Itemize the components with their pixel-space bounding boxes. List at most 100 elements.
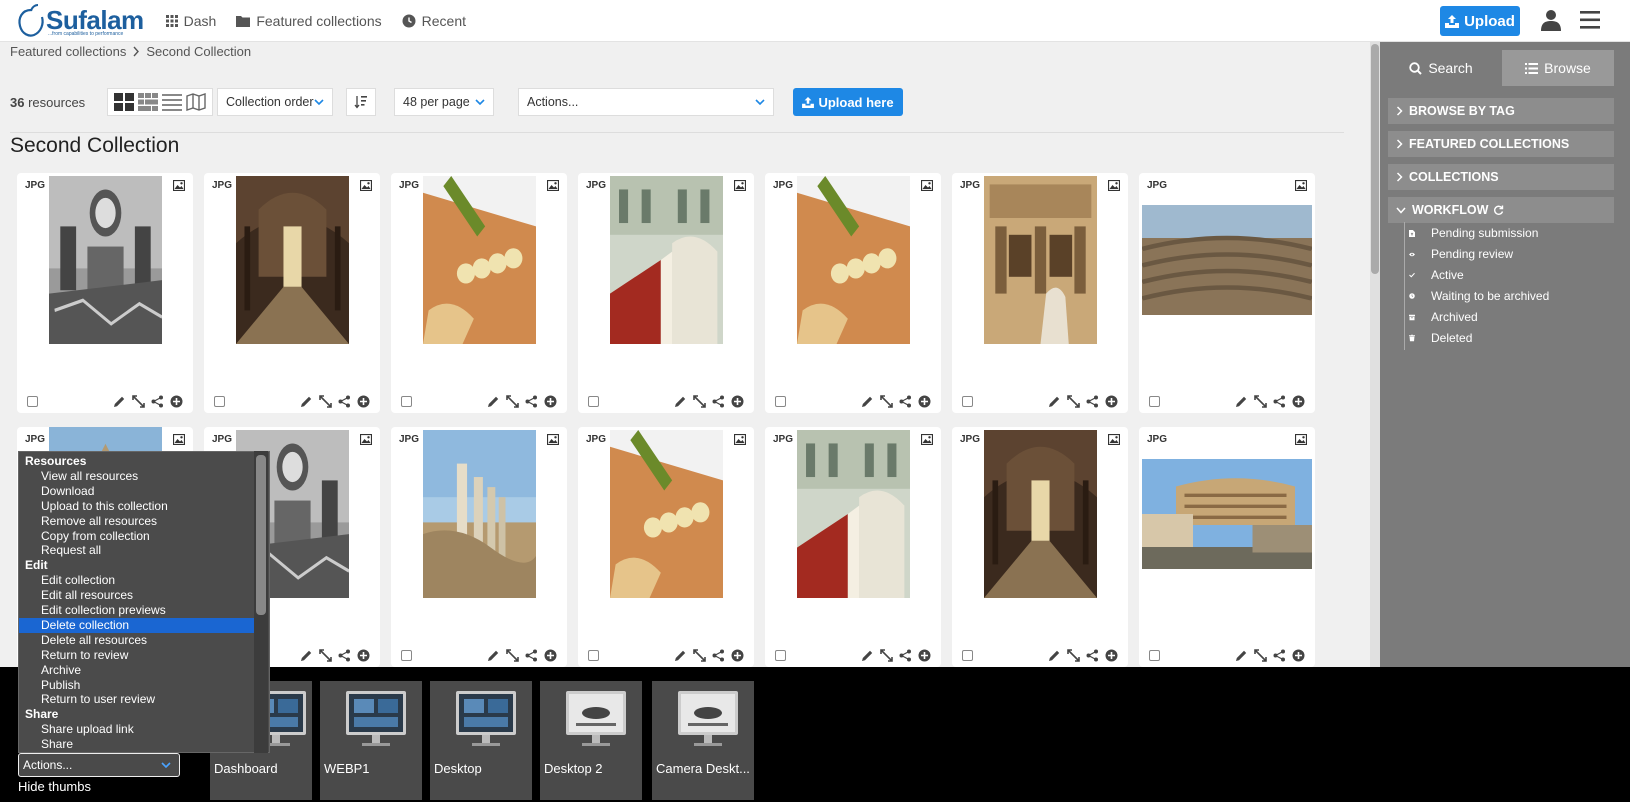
refresh-icon[interactable]: [1493, 205, 1504, 216]
share-icon[interactable]: [712, 649, 725, 662]
user-menu[interactable]: [1540, 9, 1562, 31]
share-icon[interactable]: [1086, 649, 1099, 662]
resource-card[interactable]: JPG: [204, 173, 380, 413]
add-to-collection-icon[interactable]: [544, 649, 557, 662]
collection-tile[interactable]: Desktop 2: [540, 681, 642, 800]
edit-icon[interactable]: [861, 649, 874, 662]
share-icon[interactable]: [338, 395, 351, 408]
resource-card[interactable]: JPG: [1139, 173, 1315, 413]
dropdown-option[interactable]: Return to review: [19, 648, 255, 663]
list-view-icon[interactable]: [162, 93, 182, 111]
resource-thumbnail[interactable]: [610, 176, 723, 344]
add-to-collection-icon[interactable]: [357, 395, 370, 408]
bottom-actions-select[interactable]: Actions...: [18, 753, 180, 777]
dropdown-option[interactable]: Edit all resources: [19, 588, 255, 603]
dropdown-option[interactable]: Remove all resources: [19, 514, 255, 529]
resource-select-checkbox[interactable]: [27, 396, 38, 407]
add-to-collection-icon[interactable]: [170, 395, 183, 408]
resource-thumbnail[interactable]: [423, 176, 536, 344]
add-to-collection-icon[interactable]: [918, 395, 931, 408]
actions-select[interactable]: Actions...: [518, 88, 774, 116]
resource-thumbnail[interactable]: [1142, 205, 1312, 315]
expand-icon[interactable]: [506, 395, 519, 408]
dropdown-scrollbar-thumb[interactable]: [256, 455, 266, 615]
edit-icon[interactable]: [300, 395, 313, 408]
dropdown-option[interactable]: Share upload link: [19, 722, 255, 737]
edit-icon[interactable]: [861, 395, 874, 408]
resource-select-checkbox[interactable]: [214, 396, 225, 407]
resource-thumbnail[interactable]: [610, 430, 723, 598]
resource-select-checkbox[interactable]: [775, 650, 786, 661]
collection-tile[interactable]: WEBP1: [320, 681, 422, 800]
expand-icon[interactable]: [1067, 395, 1080, 408]
resource-select-checkbox[interactable]: [401, 650, 412, 661]
resource-card[interactable]: JPG: [391, 173, 567, 413]
dropdown-option[interactable]: Copy from collection: [19, 529, 255, 544]
edit-icon[interactable]: [1235, 395, 1248, 408]
expand-icon[interactable]: [880, 649, 893, 662]
edit-icon[interactable]: [1235, 649, 1248, 662]
share-icon[interactable]: [1273, 395, 1286, 408]
add-to-collection-icon[interactable]: [544, 395, 557, 408]
edit-icon[interactable]: [487, 649, 500, 662]
resource-thumbnail[interactable]: [984, 430, 1097, 598]
resource-card[interactable]: JPG: [1139, 427, 1315, 667]
upload-button[interactable]: Upload: [1440, 6, 1520, 36]
add-to-collection-icon[interactable]: [731, 395, 744, 408]
resource-card[interactable]: JPG: [765, 427, 941, 667]
resource-card[interactable]: JPG: [391, 427, 567, 667]
dropdown-option[interactable]: Request all: [19, 543, 255, 558]
large-thumbs-icon[interactable]: [114, 93, 134, 111]
expand-icon[interactable]: [132, 395, 145, 408]
resource-thumbnail[interactable]: [797, 430, 910, 598]
add-to-collection-icon[interactable]: [1105, 395, 1118, 408]
expand-icon[interactable]: [319, 395, 332, 408]
expand-icon[interactable]: [693, 649, 706, 662]
expand-icon[interactable]: [1254, 649, 1267, 662]
resource-thumbnail[interactable]: [49, 176, 162, 344]
hamburger-menu[interactable]: [1580, 11, 1600, 29]
add-to-collection-icon[interactable]: [1292, 395, 1305, 408]
hide-thumbs-link[interactable]: Hide thumbs: [18, 779, 91, 794]
add-to-collection-icon[interactable]: [1292, 649, 1305, 662]
resource-thumbnail[interactable]: [423, 430, 536, 598]
edit-icon[interactable]: [300, 649, 313, 662]
expand-icon[interactable]: [506, 649, 519, 662]
share-icon[interactable]: [338, 649, 351, 662]
workflow-item[interactable]: Waiting to be archived: [1409, 289, 1549, 303]
add-to-collection-icon[interactable]: [1105, 649, 1118, 662]
edit-icon[interactable]: [113, 395, 126, 408]
workflow-item[interactable]: Active: [1409, 268, 1464, 282]
collection-tile[interactable]: Desktop: [430, 681, 532, 800]
resource-select-checkbox[interactable]: [775, 396, 786, 407]
share-icon[interactable]: [712, 395, 725, 408]
resource-thumbnail[interactable]: [984, 176, 1097, 344]
dropdown-option[interactable]: Delete collection: [19, 617, 255, 633]
resource-select-checkbox[interactable]: [1149, 650, 1160, 661]
edit-icon[interactable]: [674, 649, 687, 662]
expand-icon[interactable]: [1254, 395, 1267, 408]
expand-icon[interactable]: [880, 395, 893, 408]
small-thumbs-icon[interactable]: [138, 93, 158, 111]
sort-direction-button[interactable]: [346, 88, 376, 116]
nav-featured-collections[interactable]: Featured collections: [236, 13, 382, 29]
share-icon[interactable]: [525, 395, 538, 408]
collection-tile[interactable]: Camera Deskt...: [652, 681, 754, 800]
share-icon[interactable]: [151, 395, 164, 408]
dropdown-option[interactable]: Edit collection previews: [19, 603, 255, 618]
workflow-item[interactable]: Deleted: [1409, 331, 1472, 345]
dropdown-option[interactable]: Edit collection: [19, 573, 255, 588]
resource-select-checkbox[interactable]: [962, 650, 973, 661]
dropdown-option[interactable]: Delete all resources: [19, 633, 255, 648]
page-scrollbar-thumb[interactable]: [1371, 44, 1379, 274]
dropdown-option[interactable]: Share: [19, 737, 255, 752]
resource-card[interactable]: JPG: [765, 173, 941, 413]
share-icon[interactable]: [899, 395, 912, 408]
edit-icon[interactable]: [1048, 395, 1061, 408]
dropdown-option[interactable]: Return to user review: [19, 692, 255, 707]
resource-thumbnail[interactable]: [797, 176, 910, 344]
expand-icon[interactable]: [693, 395, 706, 408]
resource-card[interactable]: JPG: [578, 173, 754, 413]
resource-select-checkbox[interactable]: [962, 396, 973, 407]
resource-card[interactable]: JPG: [578, 427, 754, 667]
